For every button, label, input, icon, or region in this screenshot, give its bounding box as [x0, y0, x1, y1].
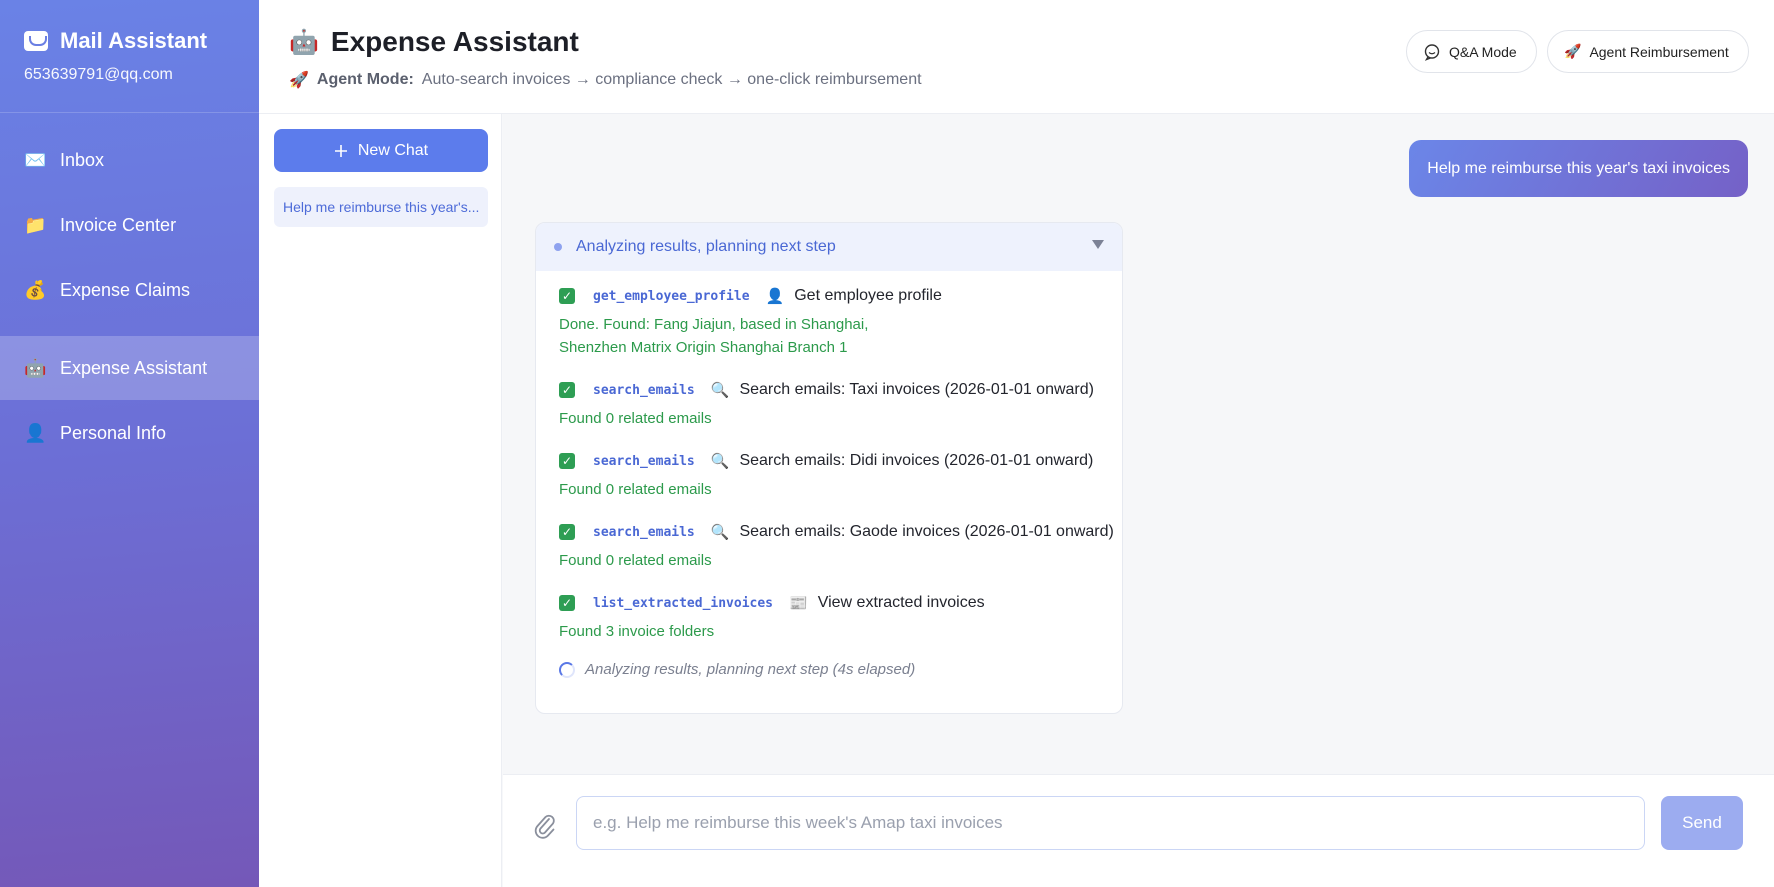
check-icon: ✓ [559, 595, 575, 611]
tool-result: Found 0 related emails [559, 410, 712, 427]
sidebar-item-label: Expense Claims [60, 280, 191, 300]
tool-description: Search emails: Didi invoices (2026-01-01… [739, 452, 1094, 469]
newspaper-icon: 📰 [789, 595, 808, 612]
agent-progress-header[interactable]: Analyzing results, planning next step [536, 223, 1122, 271]
page-subtitle: 🚀 Agent Mode: Auto-search invoices → com… [289, 70, 922, 90]
envelope-icon: ✉️ [24, 150, 47, 170]
tool-description: Search emails: Taxi invoices (2026-01-01… [739, 381, 1094, 398]
qa-mode-button[interactable]: Q&A Mode [1406, 30, 1537, 73]
subtitle-mode-label: Agent Mode: [316, 71, 414, 88]
user-email: 653639791@qq.com [24, 66, 173, 83]
spinner-icon [559, 661, 575, 678]
tool-result: Done. Found: Fang Jiajun, based in Shang… [559, 313, 1122, 359]
tool-result: Found 0 related emails [559, 552, 712, 569]
tool-result-line: Shenzhen Matrix Origin Shanghai Branch 1 [559, 339, 848, 356]
page-header: 🤖 Expense Assistant 🚀 Agent Mode: Auto-s… [259, 0, 1774, 114]
paperclip-icon[interactable] [533, 811, 557, 841]
tool-step: ✓ search_emails 🔍 Search emails: Taxi in… [559, 381, 1122, 430]
status-dot-icon [554, 243, 562, 251]
person-icon: 👤 [24, 423, 47, 443]
sidebar-item-personal-info[interactable]: 👤 Personal Info [0, 401, 259, 466]
send-button[interactable]: Send [1661, 796, 1743, 850]
sidebar-item-inbox[interactable]: ✉️ Inbox [0, 128, 259, 193]
agent-reimbursement-label: Agent Reimbursement [1589, 43, 1729, 60]
plus-icon [334, 144, 347, 157]
tool-description: Search emails: Gaode invoices (2026-01-0… [739, 523, 1114, 540]
tool-result: Found 0 related emails [559, 481, 712, 498]
sidebar-nav: ✉️ Inbox 📁 Invoice Center 💰 Expense Clai… [0, 128, 259, 466]
check-icon: ✓ [559, 453, 575, 469]
rocket-icon: 🚀 [1564, 43, 1582, 59]
sidebar-item-expense-assistant[interactable]: 🤖 Expense Assistant [0, 336, 259, 400]
tool-description: View extracted invoices [817, 594, 985, 611]
page-title: Expense Assistant [330, 26, 579, 57]
robot-icon: 🤖 [24, 357, 47, 378]
tool-description: Get employee profile [794, 287, 942, 304]
tool-name: search_emails [593, 382, 695, 398]
agent-progress-title: Analyzing results, planning next step [576, 238, 836, 255]
money-bag-icon: 💰 [24, 280, 47, 300]
tool-step: ✓ search_emails 🔍 Search emails: Didi in… [559, 452, 1122, 501]
chat-list-item[interactable]: Help me reimburse this year's... [274, 187, 488, 227]
chat-list: New Chat Help me reimburse this year's..… [259, 114, 502, 887]
chat-bubble-icon [1424, 43, 1440, 61]
search-icon: 🔍 [710, 524, 730, 541]
qa-mode-label: Q&A Mode [1449, 43, 1517, 60]
new-chat-button[interactable]: New Chat [274, 129, 488, 172]
chat-main: Help me reimburse this year's taxi invoi… [503, 114, 1774, 774]
search-icon: 🔍 [710, 382, 730, 399]
thinking-status: Analyzing results, planning next step (4… [559, 661, 1122, 678]
chevron-down-icon[interactable] [1092, 240, 1104, 249]
check-icon: ✓ [559, 524, 575, 540]
app-title: Mail Assistant [60, 28, 208, 53]
person-icon: 👤 [765, 288, 785, 305]
sidebar-item-label: Personal Info [60, 423, 167, 443]
sidebar: Mail Assistant 653639791@qq.com ✉️ Inbox… [0, 0, 259, 887]
tool-name: list_extracted_invoices [593, 595, 774, 611]
chat-list-item-title: Help me reimburse this year's... [283, 199, 480, 215]
sidebar-item-expense-claims[interactable]: 💰 Expense Claims [0, 258, 259, 323]
message-input[interactable] [576, 796, 1645, 850]
new-chat-label: New Chat [357, 141, 429, 159]
brand: Mail Assistant 653639791@qq.com [0, 0, 259, 113]
sidebar-item-label: Expense Assistant [60, 357, 208, 378]
tool-step: ✓ get_employee_profile 👤 Get employee pr… [559, 287, 1122, 359]
check-icon: ✓ [559, 382, 575, 398]
tool-step: ✓ list_extracted_invoices 📰 View extract… [559, 594, 1122, 643]
rocket-icon: 🚀 [289, 72, 309, 89]
subtitle-text: Auto-search invoices → compliance check … [421, 71, 922, 88]
mailbox-icon [24, 31, 48, 51]
tool-result-line: Done. Found: Fang Jiajun, based in Shang… [559, 316, 869, 333]
robot-icon: 🤖 [289, 28, 319, 56]
tool-steps: ✓ get_employee_profile 👤 Get employee pr… [536, 271, 1122, 678]
agent-progress-card: Analyzing results, planning next step ✓ … [535, 222, 1123, 714]
tool-name: search_emails [593, 453, 695, 469]
sidebar-item-label: Inbox [60, 150, 105, 170]
tool-step: ✓ search_emails 🔍 Search emails: Gaode i… [559, 523, 1122, 572]
tool-name: get_employee_profile [593, 288, 750, 304]
tool-name: search_emails [593, 524, 695, 540]
thinking-text: Analyzing results, planning next step (4… [585, 661, 916, 678]
agent-reimbursement-button[interactable]: 🚀 Agent Reimbursement [1547, 30, 1749, 73]
message-composer: Send [503, 774, 1774, 887]
folder-icon: 📁 [24, 215, 47, 235]
tool-result: Found 3 invoice folders [559, 623, 715, 640]
user-message-bubble: Help me reimburse this year's taxi invoi… [1409, 140, 1748, 197]
sidebar-item-invoice-center[interactable]: 📁 Invoice Center [0, 193, 259, 258]
search-icon: 🔍 [710, 453, 730, 470]
check-icon: ✓ [559, 288, 575, 304]
sidebar-item-label: Invoice Center [60, 215, 177, 235]
